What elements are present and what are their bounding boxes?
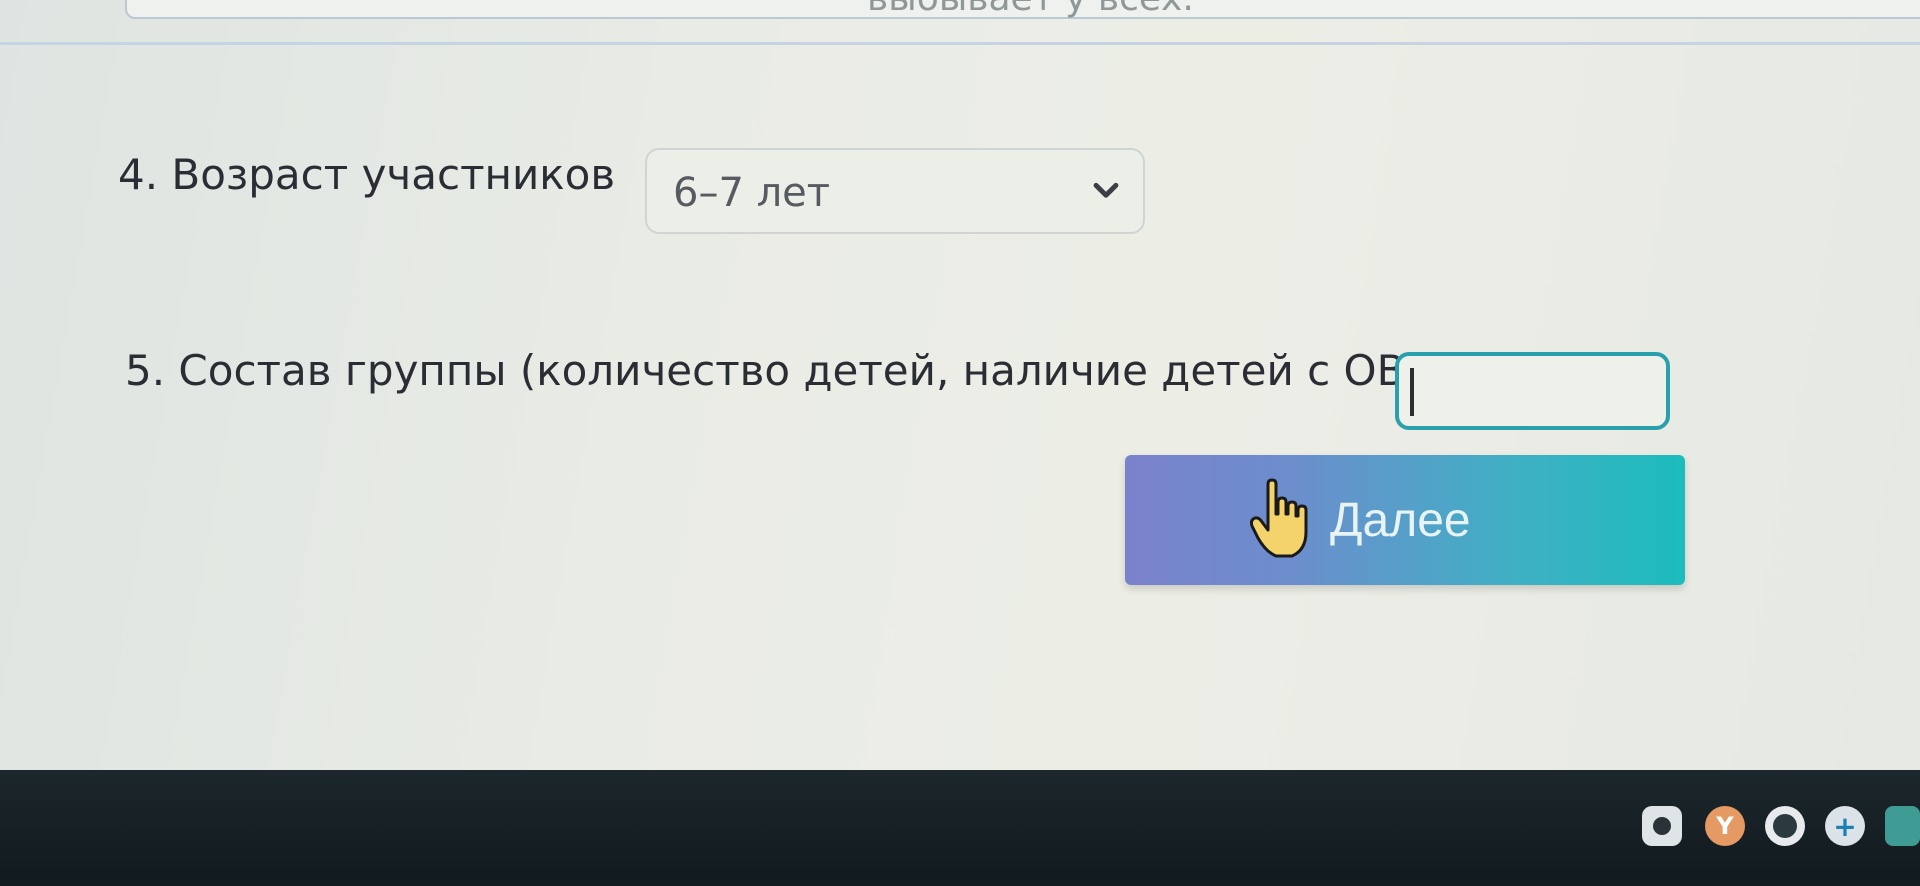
previous-field-card: выбывает у всех.: [125, 0, 1920, 19]
app-icon[interactable]: [1642, 806, 1682, 846]
group-composition-question-label: 5. Состав группы (количество детей, нали…: [125, 346, 1449, 395]
section-divider: [0, 42, 1920, 45]
add-icon[interactable]: +: [1825, 806, 1865, 846]
app-icon[interactable]: [1885, 806, 1920, 846]
age-question-label: 4. Возраст участников: [118, 150, 616, 199]
form-page: выбывает у всех. 4. Возраст участников 6…: [0, 0, 1920, 770]
previous-field-text: выбывает у всех.: [867, 0, 1194, 19]
taskbar: [0, 770, 1920, 886]
next-button[interactable]: Далее: [1125, 455, 1685, 585]
hand-pointer-icon: [1250, 478, 1308, 558]
group-composition-input[interactable]: [1395, 352, 1670, 430]
age-select-value: 6–7 лет: [673, 170, 831, 216]
camera-icon[interactable]: [1765, 806, 1805, 846]
text-caret: [1410, 368, 1414, 416]
yandex-browser-icon[interactable]: Y: [1705, 806, 1745, 846]
age-select[interactable]: 6–7 лет: [645, 148, 1145, 234]
chevron-down-icon: [1093, 182, 1119, 198]
next-button-label: Далее: [1330, 494, 1471, 547]
